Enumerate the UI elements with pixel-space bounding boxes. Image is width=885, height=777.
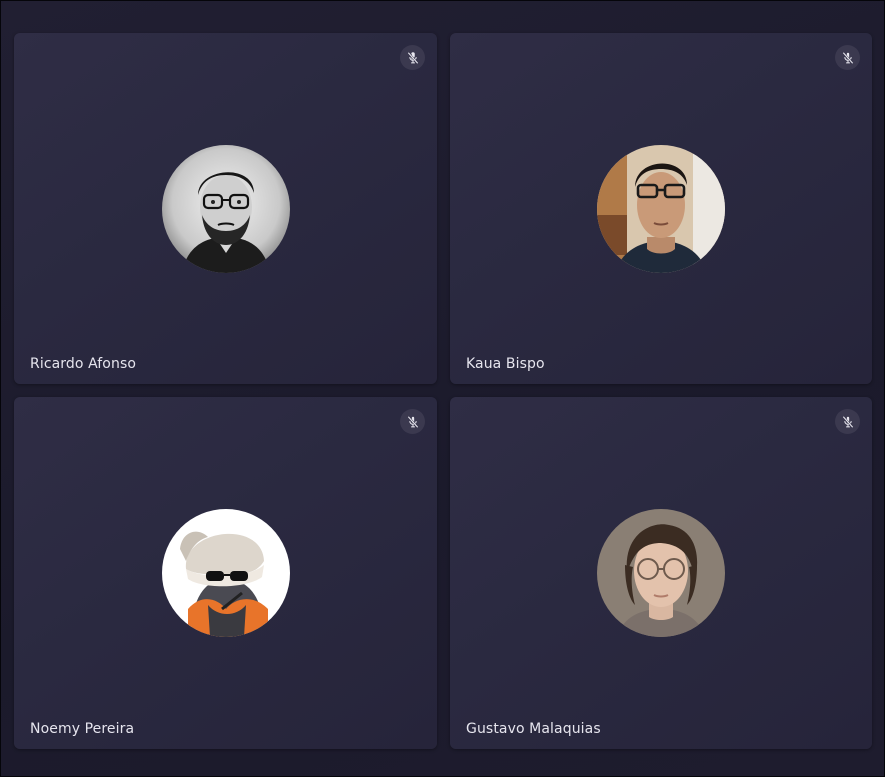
avatar [161, 509, 290, 637]
mic-off-icon [407, 415, 418, 428]
mic-muted-indicator[interactable] [400, 409, 425, 434]
mic-muted-indicator[interactable] [400, 45, 425, 70]
participant-name: Ricardo Afonso [30, 356, 137, 372]
participant-tile-gustavo-malaquias[interactable]: Gustavo Malaquias [450, 397, 872, 749]
avatar [597, 145, 725, 273]
participant-name: Gustavo Malaquias [466, 721, 601, 737]
mic-muted-indicator[interactable] [835, 409, 860, 434]
participant-tile-kaua-bispo[interactable]: Kaua Bispo [450, 33, 872, 384]
participant-name: Noemy Pereira [30, 721, 135, 737]
avatar [161, 145, 290, 273]
avatar [597, 509, 725, 637]
participant-name: Kaua Bispo [466, 356, 545, 372]
participant-tile-noemy-pereira[interactable]: Noemy Pereira [14, 397, 437, 749]
mic-off-icon [842, 51, 853, 64]
mic-off-icon [842, 415, 853, 428]
participant-tile-ricardo-afonso[interactable]: Ricardo Afonso [14, 33, 437, 384]
mic-off-icon [407, 51, 418, 64]
video-call-grid: Ricardo Afonso Kaua Bispo Noemy Pereira … [0, 0, 885, 777]
mic-muted-indicator[interactable] [835, 45, 860, 70]
